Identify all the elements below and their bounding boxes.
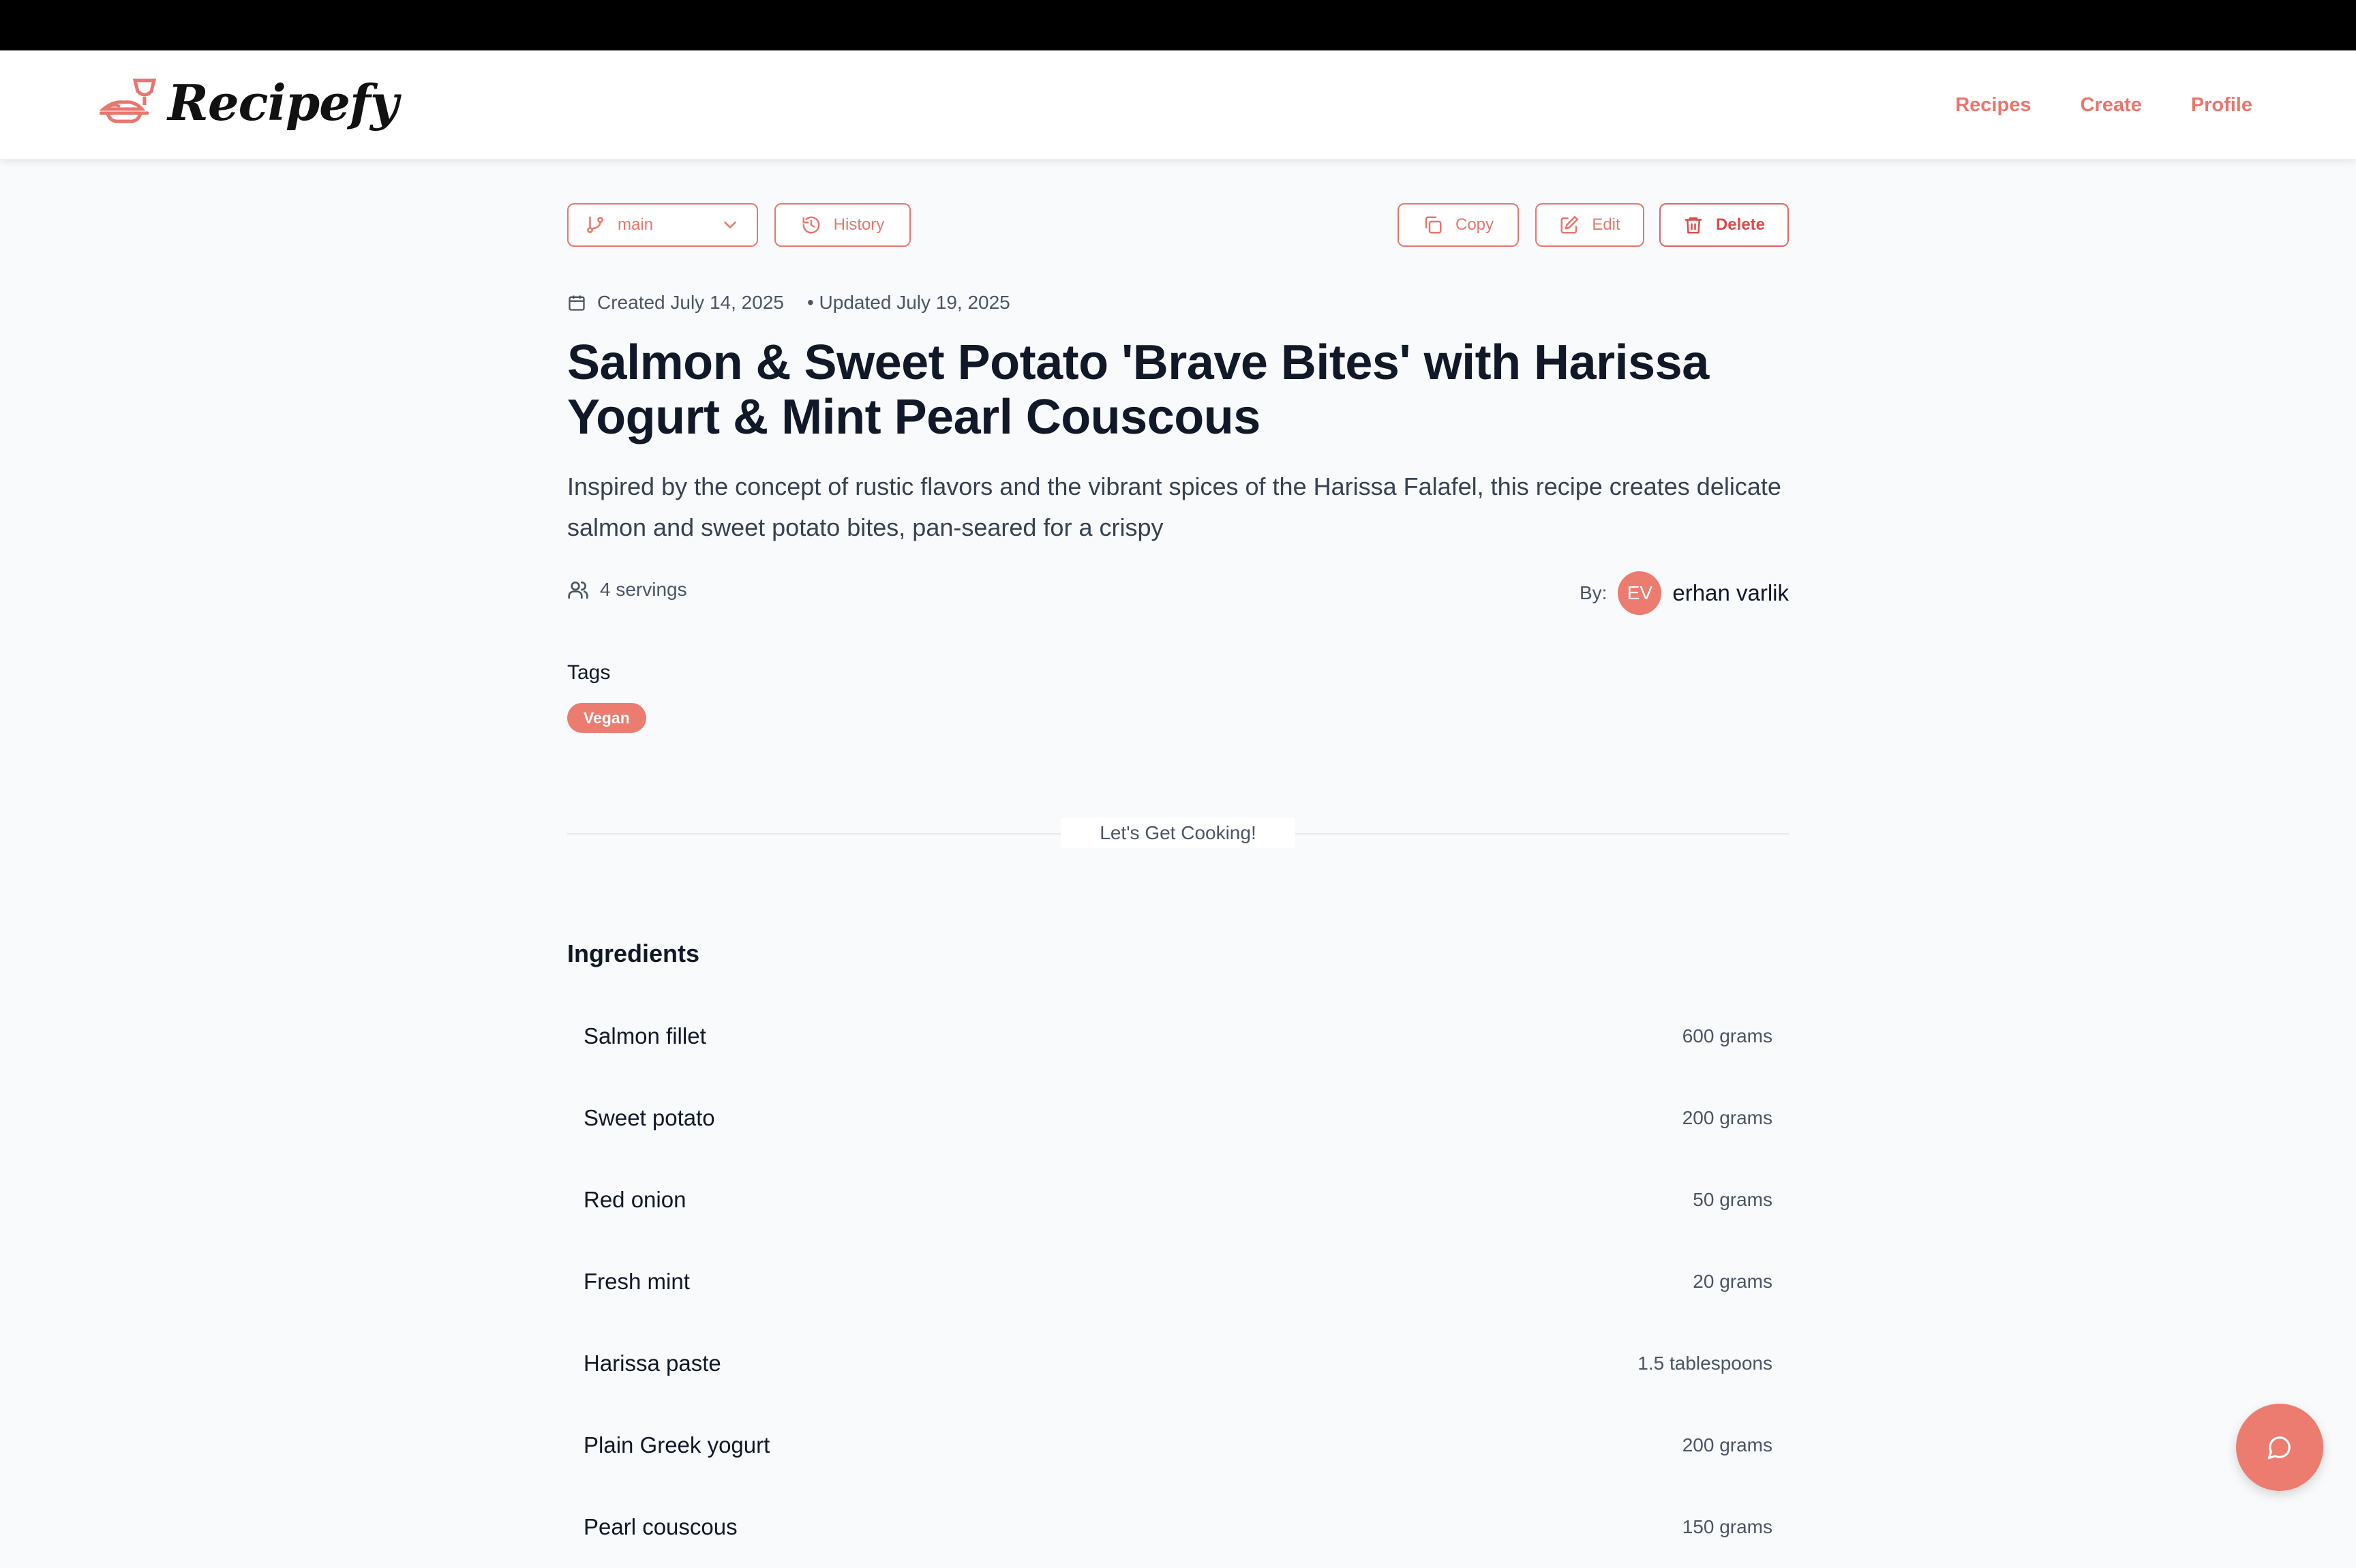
ingredient-row: Sweet potato 200 grams bbox=[567, 1077, 1789, 1159]
ingredient-row: Fresh mint 20 grams bbox=[567, 1241, 1789, 1323]
ingredient-quantity: 50 grams bbox=[1693, 1189, 1772, 1210]
users-icon bbox=[568, 582, 588, 599]
servings: 4 servings bbox=[567, 571, 687, 608]
logo-text: Recipefy bbox=[168, 73, 399, 132]
updated-date: • Updated July 19, 2025 bbox=[806, 292, 1010, 313]
chat-button[interactable] bbox=[2236, 1404, 2323, 1491]
ingredients-heading: Ingredients bbox=[567, 939, 700, 967]
ingredient-row: Red onion 50 grams bbox=[567, 1159, 1789, 1241]
ingredient-name: Red onion bbox=[584, 1187, 686, 1212]
recipe-description: Inspired by the concept of rustic flavor… bbox=[567, 472, 1781, 541]
top-bar bbox=[0, 0, 2356, 50]
ingredient-row: Salmon fillet 600 grams bbox=[567, 995, 1789, 1077]
ingredient-quantity: 150 grams bbox=[1682, 1516, 1772, 1537]
logo[interactable]: Recipefy bbox=[100, 68, 399, 136]
main-nav: Recipes Create Profile bbox=[1955, 50, 2252, 160]
author-name[interactable]: erhan varlik bbox=[1672, 580, 1789, 606]
branch-select[interactable]: main bbox=[567, 203, 758, 247]
copy-label: Copy bbox=[1455, 215, 1494, 234]
divider-label: Let's Get Cooking! bbox=[1061, 818, 1295, 848]
author: By: EV erhan varlik bbox=[1580, 571, 1789, 615]
trash-icon bbox=[1685, 217, 1702, 234]
history-label: History bbox=[833, 215, 885, 234]
edit-button[interactable]: Edit bbox=[1535, 203, 1644, 247]
ingredient-quantity: 200 grams bbox=[1682, 1107, 1772, 1128]
recipe-dates: Created July 14, 2025 • Updated July 19,… bbox=[567, 289, 1010, 316]
recipe-title: Salmon & Sweet Potato 'Brave Bites' with… bbox=[567, 335, 1709, 444]
ingredient-row: Harissa paste 1.5 tablespoons bbox=[567, 1323, 1789, 1404]
nav-profile[interactable]: Profile bbox=[2191, 94, 2252, 117]
history-button[interactable]: History bbox=[774, 203, 911, 247]
ingredient-quantity: 200 grams bbox=[1682, 1434, 1772, 1456]
copy-button[interactable]: Copy bbox=[1398, 203, 1519, 247]
git-branch-icon bbox=[587, 216, 603, 233]
nav-recipes[interactable]: Recipes bbox=[1955, 94, 2031, 117]
avatar[interactable]: EV bbox=[1618, 571, 1662, 615]
ingredient-quantity: 1.5 tablespoons bbox=[1637, 1353, 1772, 1374]
ingredient-name: Harissa paste bbox=[584, 1351, 721, 1376]
nav-create[interactable]: Create bbox=[2080, 94, 2141, 117]
logo-icon bbox=[100, 78, 157, 123]
ingredient-name: Plain Greek yogurt bbox=[584, 1432, 770, 1458]
author-label: By: bbox=[1579, 582, 1607, 603]
ingredient-quantity: 600 grams bbox=[1682, 1025, 1772, 1046]
edit-label: Edit bbox=[1592, 215, 1620, 234]
delete-label: Delete bbox=[1715, 215, 1766, 234]
delete-button[interactable]: Delete bbox=[1659, 203, 1789, 247]
servings-label: 4 servings bbox=[600, 579, 687, 600]
tags-heading: Tags bbox=[567, 661, 611, 684]
navbar: Recipefy Recipes Create Profile bbox=[0, 50, 2356, 160]
ingredient-name: Pearl couscous bbox=[584, 1514, 738, 1539]
copy-icon bbox=[1425, 216, 1442, 234]
created-date: Created July 14, 2025 bbox=[597, 292, 784, 313]
ingredient-row: Plain Greek yogurt 200 grams bbox=[567, 1404, 1789, 1486]
chevron-down-icon bbox=[724, 222, 736, 229]
edit-icon bbox=[1560, 215, 1579, 234]
recipe-toolbar: main History Copy Edit Delete bbox=[567, 203, 1789, 247]
tag-badge[interactable]: Vegan bbox=[567, 703, 646, 733]
calendar-icon bbox=[569, 295, 585, 311]
ingredient-name: Salmon fillet bbox=[584, 1023, 706, 1049]
ingredient-row: Pearl couscous 150 grams bbox=[567, 1486, 1789, 1568]
ingredient-quantity: 20 grams bbox=[1693, 1271, 1772, 1292]
ingredient-list: Salmon fillet 600 grams Sweet potato 200… bbox=[567, 995, 1789, 1568]
history-icon bbox=[802, 216, 820, 234]
ingredient-name: Fresh mint bbox=[584, 1269, 690, 1294]
branch-label: main bbox=[618, 215, 654, 234]
chat-icon bbox=[2267, 1436, 2291, 1460]
ingredient-name: Sweet potato bbox=[584, 1105, 715, 1130]
